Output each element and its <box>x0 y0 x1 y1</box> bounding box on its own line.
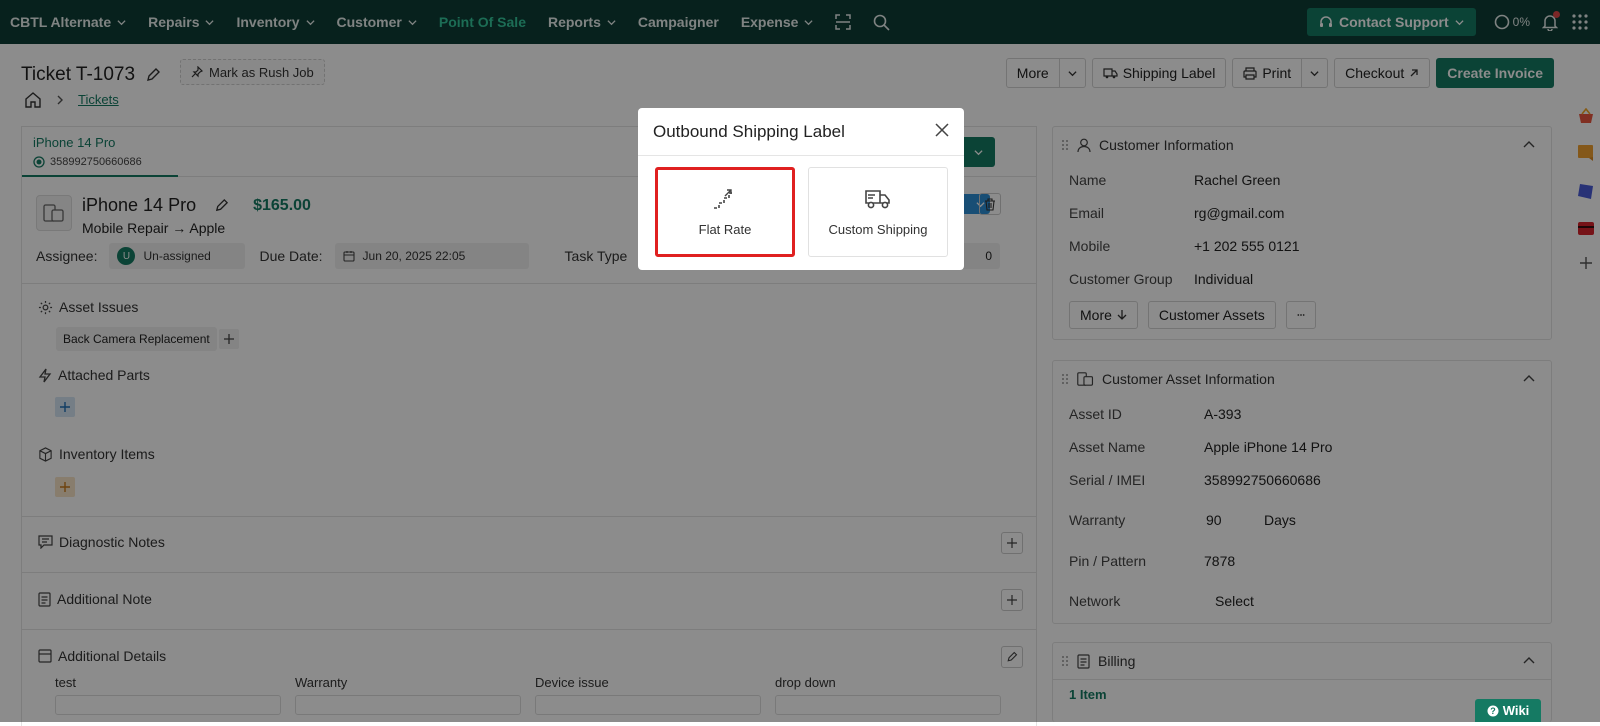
wiki-button[interactable]: ? Wiki <box>1475 699 1541 722</box>
help-circle-icon: ? <box>1487 705 1499 716</box>
modal-divider <box>638 155 964 156</box>
close-icon[interactable] <box>935 123 949 137</box>
modal-title: Outbound Shipping Label <box>653 122 845 141</box>
wiki-label: Wiki <box>1502 703 1530 718</box>
svg-text:?: ? <box>1490 706 1496 716</box>
outbound-shipping-modal: Outbound Shipping Label Flat Rate Custom… <box>638 108 964 270</box>
flat-rate-label: Flat Rate <box>698 221 752 237</box>
stairs-icon <box>714 188 734 209</box>
flat-rate-option[interactable]: Flat Rate <box>655 167 795 257</box>
custom-shipping-option[interactable]: Custom Shipping <box>808 167 948 257</box>
custom-shipping-label: Custom Shipping <box>828 221 928 237</box>
truck-icon <box>865 189 890 208</box>
